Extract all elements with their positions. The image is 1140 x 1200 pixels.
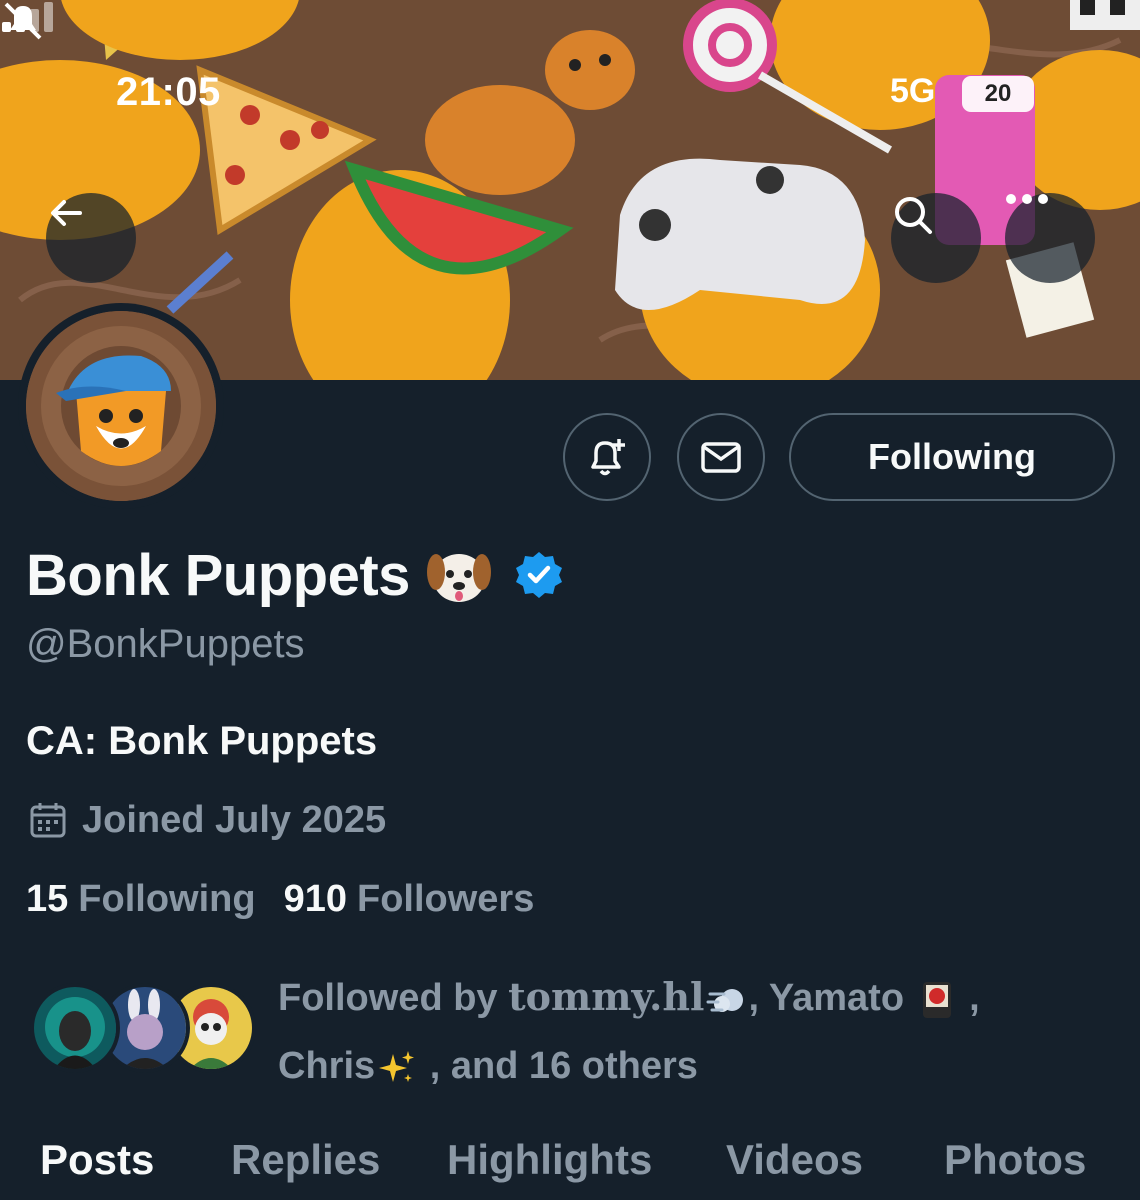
message-button[interactable] (677, 413, 765, 501)
tab-photos[interactable]: Photos (944, 1136, 1086, 1184)
joined-date: Joined July 2025 (82, 798, 387, 841)
following-label: Following (78, 878, 256, 920)
battery-icon: 20 (962, 76, 1034, 112)
tab-highlights[interactable]: Highlights (447, 1136, 652, 1184)
calendar-icon (30, 803, 66, 838)
signal-icon (2, 2, 53, 32)
followed-by-name-tommy: tommy.hl (508, 974, 705, 1019)
tab-replies[interactable]: Replies (231, 1136, 380, 1184)
more-icon (1006, 194, 1048, 204)
followed-by-name-yamato: , Yamato (748, 977, 905, 1019)
bell-plus-icon (591, 439, 625, 476)
display-name: Bonk Puppets (26, 542, 410, 608)
profile-bio: CA: Bonk Puppets (26, 719, 378, 763)
followed-by-prefix: Followed by (278, 977, 509, 1019)
followed-by-name-chris: Chris (278, 1045, 376, 1087)
dog-face-emoji-icon (426, 554, 491, 602)
joined-row: Joined July 2025 (28, 796, 386, 844)
sparkles-emoji-icon (379, 1050, 415, 1082)
more-button[interactable] (1005, 193, 1095, 283)
following-stat[interactable]: 15 Following (26, 878, 256, 921)
stats-row: 15 Following 910 Followers (26, 878, 534, 921)
back-button[interactable] (46, 193, 136, 283)
followed-by-suffix: , and 16 others (419, 1045, 698, 1087)
network-label: 5G (890, 72, 936, 110)
follower-avatar[interactable] (30, 983, 120, 1073)
tab-posts[interactable]: Posts (40, 1136, 154, 1184)
followers-stat[interactable]: 910 Followers (284, 878, 535, 921)
envelope-icon (701, 442, 741, 473)
followed-by-text[interactable]: Followed by tommy.hl , Yamato , Chris , a… (278, 963, 1078, 1100)
followers-label: Followers (356, 878, 535, 920)
following-count: 15 (26, 878, 69, 920)
followed-by-separator: , (958, 977, 980, 1019)
profile-handle: @BonkPuppets (26, 622, 305, 666)
profile-avatar[interactable] (18, 303, 224, 509)
search-button[interactable] (891, 193, 981, 283)
avatar-image (26, 311, 216, 501)
tab-videos[interactable]: Videos (726, 1136, 863, 1184)
display-name-row: Bonk Puppets (26, 540, 564, 610)
arrow-left-icon (51, 200, 82, 226)
search-icon (895, 197, 932, 234)
hanafuda-emoji-icon (922, 981, 951, 1018)
status-time: 21:05 (116, 70, 221, 114)
followers-count: 910 (283, 878, 347, 920)
verified-badge-icon (515, 552, 562, 598)
dash-emoji-icon (706, 988, 744, 1012)
notify-button[interactable] (563, 413, 651, 501)
following-button[interactable]: Following (789, 413, 1115, 501)
profile-tabs: Posts Replies Highlights Videos Photos (0, 1136, 1140, 1200)
follower-avatar-image (34, 987, 116, 1069)
